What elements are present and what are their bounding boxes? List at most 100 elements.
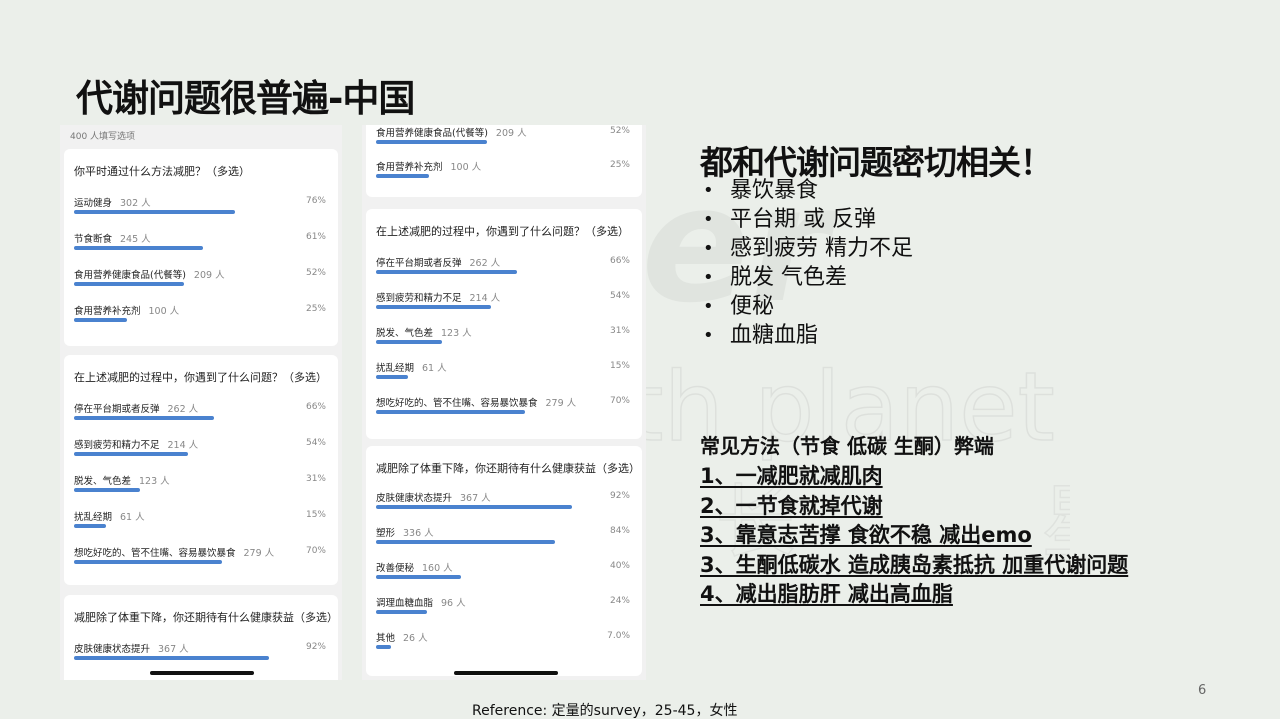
- option-count: 100 人: [450, 162, 482, 173]
- bullet-icon: •: [703, 209, 714, 230]
- list-item: • 便秘: [703, 294, 775, 319]
- list-item: 3、生酮低碳水 造成胰岛素抵抗 加重代谢问题: [700, 552, 1129, 577]
- option-label: 停在平台期或者反弹: [376, 258, 462, 269]
- survey-question: 减肥除了体重下降，你还期待有什么健康获益（多选）: [74, 611, 338, 624]
- option-bar: [74, 282, 185, 286]
- survey-option: 其他 26 人 7.0%: [376, 630, 630, 664]
- option-count: 26 人: [403, 633, 428, 644]
- option-percent: 15%: [305, 510, 326, 520]
- option-percent: 52%: [305, 268, 326, 278]
- survey-option: 停在平台期或者反弹 262 人 66%: [376, 255, 630, 289]
- slide-title: 代谢问题很普遍-中国: [76, 77, 415, 120]
- survey-option: 运动健身 302 人 76%: [74, 195, 326, 229]
- survey-option: 想吃好吃的、管不住嘴、容易暴饮暴食 279 人 70%: [74, 545, 326, 579]
- option-count: 123 人: [139, 476, 170, 487]
- option-label: 食用营养健康食品(代餐等): [376, 128, 488, 139]
- option-label: 想吃好吃的、管不住嘴、容易暴饮暴食: [74, 548, 236, 559]
- survey-card: 你平时通过什么方法减肥？（多选） 运动健身 302 人 76% 节食断食 245 人…: [64, 149, 338, 346]
- option-count: 96 人: [441, 598, 466, 609]
- survey-question: 你平时通过什么方法减肥？（多选）: [74, 165, 250, 178]
- home-indicator: [454, 671, 558, 675]
- option-label: 脱发、气色差: [376, 328, 434, 339]
- list-item: • 暴饮暴食: [703, 178, 819, 203]
- option-label: 扰乱经期: [74, 512, 113, 523]
- option-label: 食用营养补充剂: [376, 162, 443, 173]
- option-bar: [74, 318, 127, 322]
- list-item: • 脱发 气色差: [703, 265, 847, 290]
- option-percent: 61%: [305, 232, 326, 242]
- option-percent: 92%: [609, 491, 630, 501]
- option-count: 245 人: [120, 234, 151, 245]
- reference-note: Reference: 定量的survey，25-45，女性: [472, 703, 738, 719]
- option-bar: [74, 656, 269, 660]
- survey-option: 食用营养补充剂 100 人 25%: [376, 159, 630, 193]
- option-label: 扰乱经期: [376, 363, 415, 374]
- option-percent: 92%: [305, 642, 326, 652]
- option-bar: [376, 540, 556, 544]
- option-count: 123 人: [441, 328, 472, 339]
- option-count: 279 人: [545, 398, 577, 409]
- survey-option: 想吃好吃的、管不住嘴、容易暴饮暴食 279 人 70%: [376, 395, 630, 429]
- page-number: 6: [1198, 683, 1207, 698]
- option-percent: 54%: [305, 438, 326, 448]
- bullet-icon: •: [703, 267, 714, 288]
- symptom-list: • 暴饮暴食 • 平台期 或 反弹 • 感到疲劳 精力不足 • 脱发 气色差 • 便秘 •…: [700, 176, 913, 350]
- option-percent: 40%: [609, 561, 630, 571]
- option-bar: [74, 524, 106, 528]
- survey-option: 食用营养补充剂 100 人 25%: [74, 303, 326, 337]
- option-percent: 70%: [305, 546, 326, 556]
- option-count: 367 人: [158, 644, 189, 655]
- option-percent: 15%: [609, 361, 630, 371]
- survey-option: 脱发、气色差 123 人 31%: [74, 473, 326, 507]
- respondent-count: 400 人填写选项: [70, 132, 136, 142]
- option-count: 302 人: [120, 198, 151, 209]
- option-count: 61 人: [422, 363, 447, 374]
- option-percent: 70%: [609, 396, 630, 406]
- option-count: 209 人: [495, 128, 527, 139]
- option-label: 调理血糖血脂: [376, 598, 434, 609]
- option-bar: [74, 560, 223, 564]
- list-item: 4、减出脂肪肝 减出高血脂: [700, 582, 953, 606]
- option-bar: [376, 375, 408, 379]
- option-bar: [376, 340, 443, 344]
- list-item: 2、一节食就掉代谢: [700, 493, 883, 518]
- list-item: 3、靠意志苦撑 食欲不稳 减出emo: [700, 523, 1032, 547]
- option-percent: 31%: [305, 474, 326, 484]
- option-bar: [376, 305, 492, 309]
- bullet-icon: •: [703, 296, 714, 317]
- survey-option: 调理血糖血脂 96 人 24%: [376, 595, 630, 629]
- option-label: 食用营养补充剂: [74, 306, 141, 317]
- survey-card: 在上述减肥的过程中，你遇到了什么问题？（多选） 停在平台期或者反弹 262 人 6…: [64, 355, 338, 585]
- option-bar: [376, 505, 573, 509]
- option-count: 209 人: [193, 270, 225, 281]
- list-item: • 感到疲劳 精力不足: [703, 236, 913, 261]
- option-bar: [376, 174, 430, 178]
- option-count: 214 人: [469, 293, 501, 304]
- option-percent: 7.0%: [607, 631, 630, 641]
- option-percent: 76%: [305, 196, 326, 206]
- option-label: 改善便秘: [376, 563, 415, 574]
- option-percent: 24%: [609, 596, 630, 606]
- option-count: 100 人: [148, 306, 180, 317]
- survey-question: 减肥除了体重下降，你还期待有什么健康获益（多选）: [376, 462, 640, 475]
- survey-option: 皮肤健康状态提升 367 人 92%: [376, 490, 630, 524]
- option-bar: [74, 246, 204, 250]
- option-percent: 52%: [609, 126, 630, 136]
- option-count: 262 人: [469, 258, 501, 269]
- option-label: 塑形: [376, 528, 396, 539]
- option-percent: 25%: [609, 160, 630, 170]
- option-percent: 25%: [305, 304, 326, 314]
- bullet-icon: •: [703, 325, 714, 346]
- list-item: • 血糖血脂: [703, 323, 819, 348]
- option-label: 节食断食: [74, 234, 113, 245]
- option-percent: 84%: [609, 526, 630, 536]
- survey-card: 减肥除了体重下降，你还期待有什么健康获益（多选） 皮肤健康状态提升 367 人 9…: [64, 595, 338, 680]
- survey-option: 改善便秘 160 人 40%: [376, 560, 630, 594]
- option-percent: 31%: [609, 326, 630, 336]
- option-label: 食用营养健康食品(代餐等): [74, 270, 186, 281]
- option-count: 214 人: [167, 440, 199, 451]
- option-label: 其他: [376, 633, 396, 644]
- option-percent: 66%: [609, 256, 630, 266]
- survey-option: 塑形 336 人 84%: [376, 525, 630, 559]
- survey-option: 食用营养健康食品(代餐等) 209 人 52%: [74, 267, 326, 301]
